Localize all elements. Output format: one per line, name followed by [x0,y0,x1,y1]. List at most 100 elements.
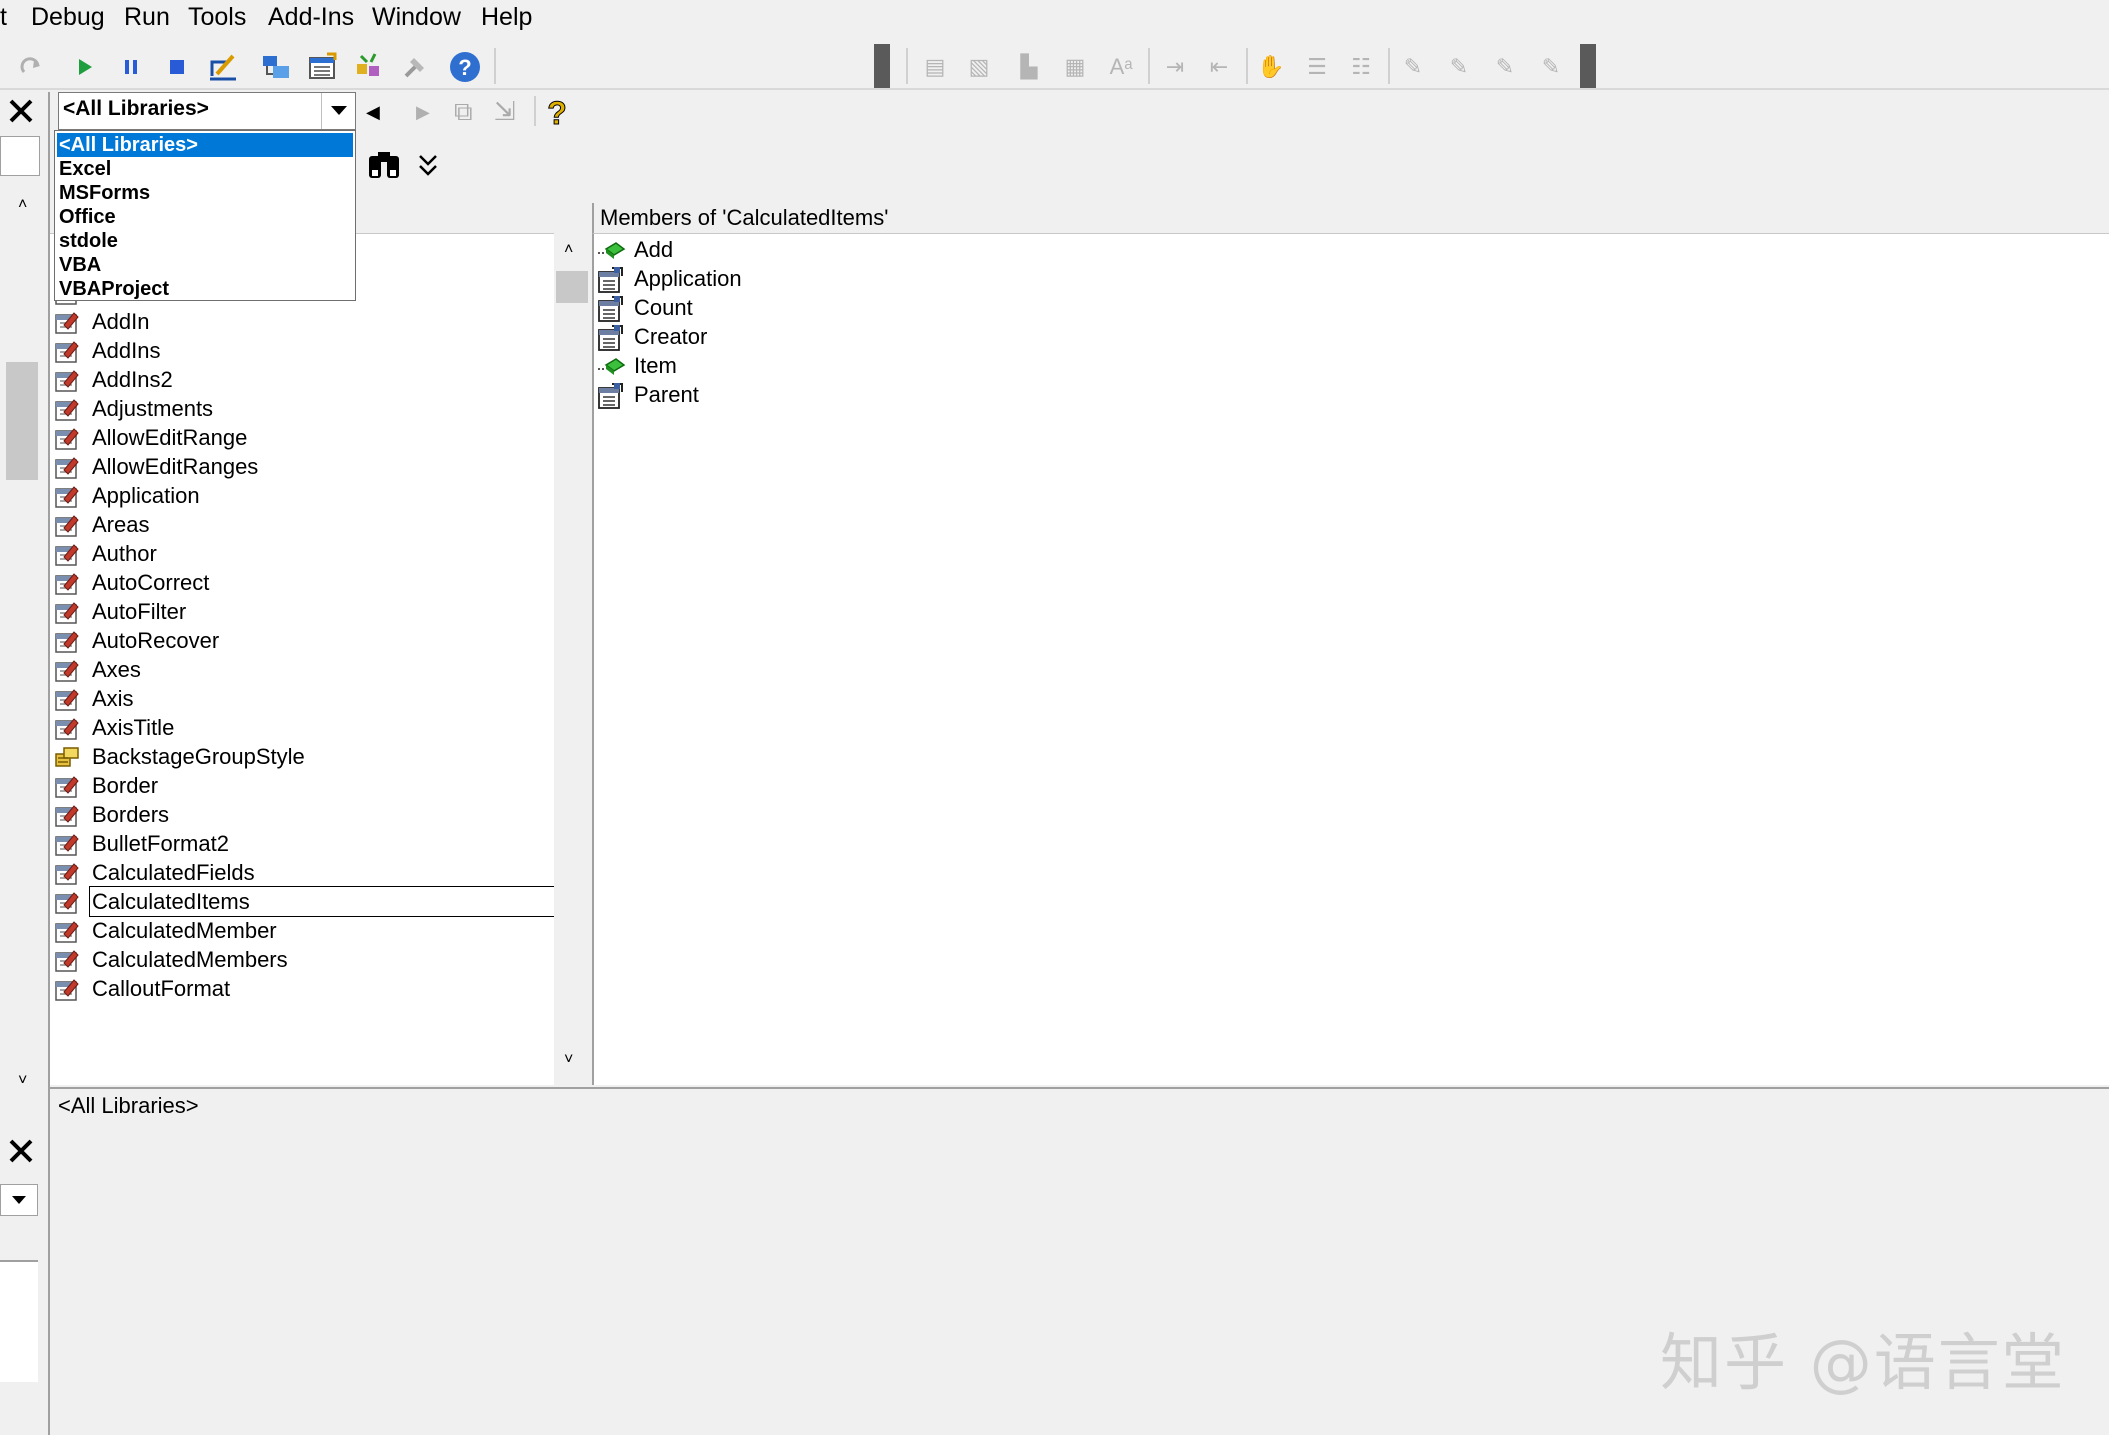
view-definition-icon[interactable]: ⇲ [494,96,526,128]
run-icon[interactable] [68,50,102,84]
library-select-value: <All Libraries> [63,97,209,120]
next-bookmark-icon[interactable]: ✎ [1442,50,1476,84]
scrollbar-thumb[interactable] [6,362,38,480]
parameter-info-icon[interactable]: Aᵃ [1104,50,1138,84]
class-icon [54,541,80,567]
menu-bar: t Debug Run Tools Add-Ins Window Help [0,0,2109,38]
toggle-breakpoint-icon[interactable]: ✋ [1254,50,1288,84]
reset-icon[interactable] [160,50,194,84]
svg-text:?: ? [458,55,471,80]
toolbar-overflow-handle[interactable] [874,44,890,88]
chevron-up-icon[interactable]: ˄ [564,241,573,259]
class-icon [54,483,80,509]
class-list-item-label: AllowEditRange [92,425,248,450]
class-list-item-label: BackstageGroupStyle [92,744,305,769]
menu-item-debug[interactable]: Debug [31,3,105,32]
close-icon[interactable] [4,94,38,128]
class-list-item-label: Borders [92,802,170,827]
help-icon[interactable]: ? [448,50,482,84]
pane-dropdown[interactable] [0,136,40,176]
toolbar-overflow-handle[interactable] [1580,44,1596,88]
library-option-excel[interactable]: Excel [59,157,111,181]
outdent-icon[interactable]: ⇤ [1202,50,1236,84]
class-list-item-label: Areas [92,512,150,537]
project-explorer-icon[interactable] [260,50,294,84]
indent-properties-icon[interactable]: ▤ [918,50,952,84]
members-header-label: Members of 'CalculatedItems' [600,205,889,230]
menu-item-window[interactable]: Window [372,3,461,32]
class-list-item-label: Author [92,541,157,566]
property-icon [596,266,626,293]
class-list-item-label: AutoFilter [92,599,187,624]
members-list[interactable]: Add Application Count Creator Item Parent [592,233,2109,1085]
library-option-msforms[interactable]: MSForms [59,181,150,205]
properties-window-icon[interactable] [306,50,340,84]
class-icon [54,657,80,683]
classes-scrollbar[interactable]: ˄ ˅ [554,233,592,1085]
clear-bookmarks-icon[interactable]: ✎ [1534,50,1568,84]
toggle-bookmark-icon[interactable]: ✎ [1396,50,1430,84]
menu-item-file-partial[interactable]: t [0,3,7,32]
chevron-down-icon[interactable]: ˅ [18,1072,27,1090]
details-text: <All Libraries> [58,1093,199,1118]
menu-item-add-ins[interactable]: Add-Ins [268,3,354,32]
library-option-vba[interactable]: VBA [59,253,101,277]
break-icon[interactable] [114,50,148,84]
indent-icon[interactable]: ⇥ [1158,50,1192,84]
enum-icon [54,744,80,770]
toolbox-icon[interactable] [398,50,432,84]
class-list-item-label: CalculatedItems [89,886,557,917]
toolbar-separator [906,48,908,84]
previous-bookmark-icon[interactable]: ✎ [1488,50,1522,84]
class-list-item-label: Application [92,483,200,508]
chevron-down-icon[interactable]: ˅ [564,1051,573,1069]
classes-list[interactable]: AboveAverageActionActionsAddInAddInsAddI… [50,222,592,1085]
go-forward-icon[interactable]: ▶ [416,102,430,123]
close-icon[interactable] [4,1134,38,1168]
uncomment-block-icon[interactable]: ☷ [1344,50,1378,84]
library-option-all[interactable]: <All Libraries> [57,133,353,157]
class-icon [54,773,80,799]
scrollbar-thumb[interactable] [556,271,588,303]
pane-dropdown[interactable] [0,1184,38,1216]
redo-icon[interactable] [14,50,48,84]
go-back-icon[interactable]: ◀ [366,102,380,123]
immediate-pane-partial [0,1262,38,1382]
menu-item-run[interactable]: Run [124,3,170,32]
design-mode-icon[interactable] [206,50,240,84]
member-list-item-label: Creator [634,324,708,349]
show-search-results-icon[interactable] [416,152,444,182]
object-browser-icon[interactable] [352,50,386,84]
property-icon [596,295,626,322]
class-icon [54,570,80,596]
list-methods-icon[interactable]: ▧ [962,50,996,84]
class-list-item-label: Adjustments [92,396,214,421]
library-option-vbaproject[interactable]: VBAProject [59,277,169,301]
standard-toolbar: ? ▤ ▧ ▙ ▦ Aᵃ ⇥ ⇤ ✋ ☰ ☷ ✎ ✎ ✎ ✎ [0,40,2109,90]
toolbar-separator [1388,48,1390,84]
search-icon[interactable] [366,148,402,184]
copy-to-clipboard-icon[interactable]: ⧉ [454,96,486,128]
property-icon [596,382,626,409]
class-list-item-label: CalculatedFields [92,860,255,885]
library-select[interactable]: <All Libraries> [58,92,356,130]
class-list-item-label: AllowEditRanges [92,454,259,479]
quick-info-icon[interactable]: ▦ [1058,50,1092,84]
menu-item-tools[interactable]: Tools [188,3,246,32]
class-icon [54,454,80,480]
list-constants-icon[interactable]: ▙ [1012,50,1046,84]
chevron-down-icon[interactable] [321,93,355,129]
chevron-up-icon[interactable]: ˄ [18,196,27,214]
menu-item-help[interactable]: Help [481,3,532,32]
object-browser-toolbar: ◀ ▶ ⧉ ⇲ ? [50,92,2109,202]
member-list-item-label: Application [634,266,742,291]
library-option-stdole[interactable]: stdole [59,229,118,253]
library-option-office[interactable]: Office [59,205,116,229]
class-list-item-label: Axis [92,686,134,711]
class-icon [54,831,80,857]
help-icon[interactable]: ? [542,94,574,132]
class-list-item-label: AutoRecover [92,628,220,653]
watermark: 知乎 @语言堂 [1660,1326,2066,1399]
member-list-item-label: Item [634,353,677,378]
comment-block-icon[interactable]: ☰ [1300,50,1334,84]
